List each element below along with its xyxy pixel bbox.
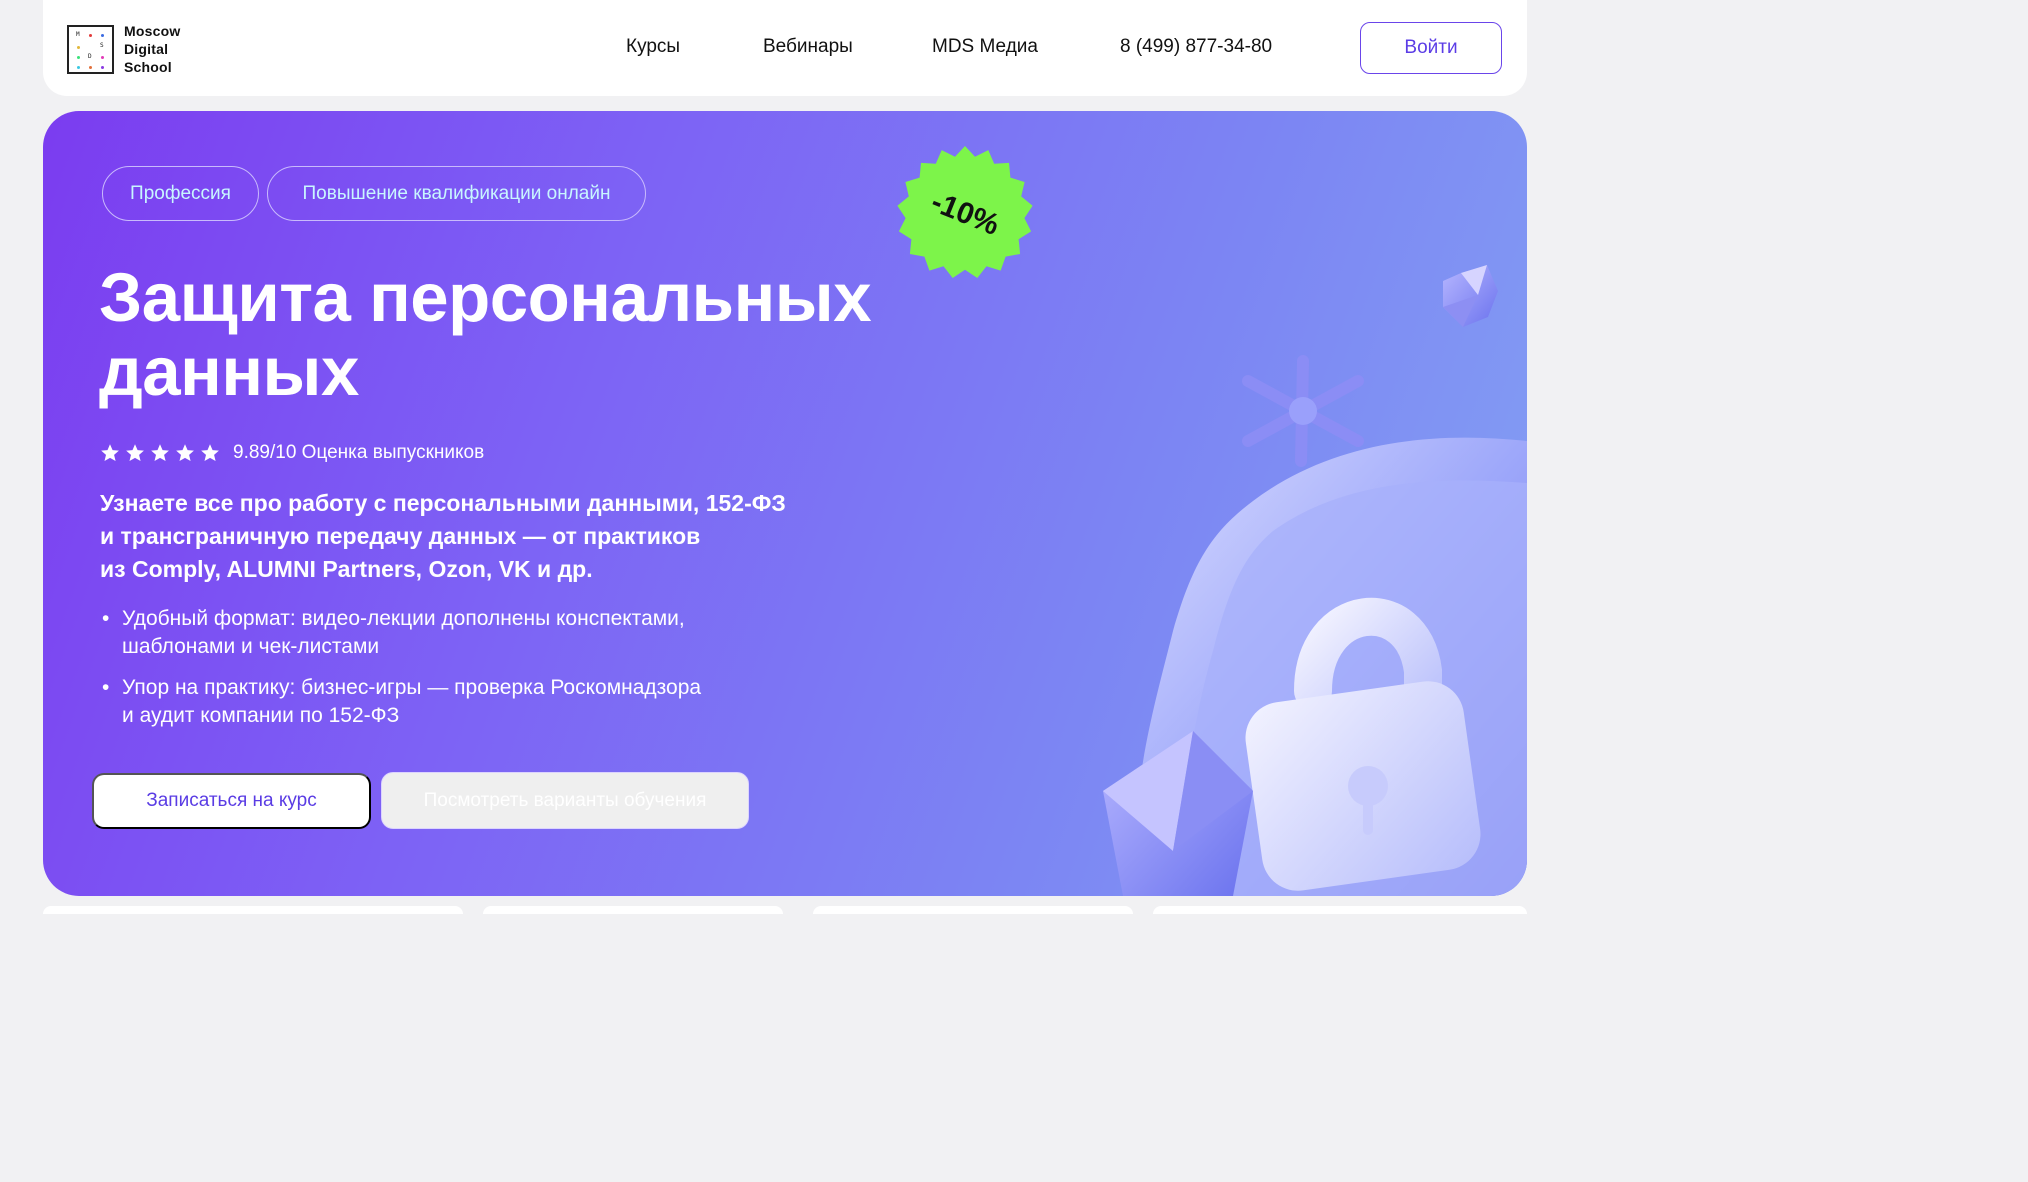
rating: 9.89/10 Оценка выпускников [100, 442, 484, 464]
logo[interactable]: M S D Moscow Digital School [67, 22, 180, 76]
enroll-button[interactable]: Записаться на курс [92, 773, 371, 829]
logo-text: Moscow Digital School [124, 22, 180, 76]
next-section-edge [43, 906, 1527, 914]
feature-1-line-2: шаблонами и чек-листами [122, 635, 380, 658]
title-line-2: данных [99, 333, 359, 410]
feature-1-line-1: Удобный формат: видео-лекции дополнены к… [122, 607, 685, 630]
logo-line-3: School [124, 59, 172, 75]
view-options-button[interactable]: Посмотреть варианты обучения [381, 772, 749, 829]
nav-webinars[interactable]: Вебинары [763, 36, 853, 58]
subtitle-line-2: и трансграничную передачу данных — от пр… [100, 523, 701, 549]
tag-profession[interactable]: Профессия [102, 166, 259, 221]
list-item: Упор на практику: бизнес-игры — проверка… [100, 674, 820, 730]
login-button[interactable]: Войти [1360, 22, 1502, 74]
list-item: Удобный формат: видео-лекции дополнены к… [100, 605, 820, 661]
nav-courses[interactable]: Курсы [626, 36, 680, 58]
logo-letter-d: D [88, 52, 92, 60]
crystal-icon [1443, 265, 1498, 327]
star-icon [151, 444, 169, 461]
feature-list: Удобный формат: видео-лекции дополнены к… [100, 605, 820, 743]
feature-2-line-1: Упор на практику: бизнес-игры — проверка… [122, 676, 702, 699]
tag-upskilling[interactable]: Повышение квалификации онлайн [267, 166, 646, 221]
logo-letter-s: S [100, 41, 104, 49]
lock-shield-illustration [1103, 265, 1527, 896]
page-title: Защита персональных данных [99, 261, 959, 409]
title-line-1: Защита персональных [99, 259, 872, 336]
nav-mds-media[interactable]: MDS Медиа [932, 36, 1038, 58]
site-header: M S D Moscow Digital School Курсы Вебина… [43, 0, 1527, 96]
hero-subtitle: Узнаете все про работу с персональными д… [100, 487, 900, 586]
star-icon [126, 444, 144, 461]
hero-section: Профессия Повышение квалификации онлайн … [43, 111, 1527, 896]
feature-2-line-2: и аудит компании по 152-ФЗ [122, 704, 400, 727]
star-icon [201, 444, 219, 461]
subtitle-line-3: из Comply, ALUMNI Partners, Ozon, VK и д… [100, 556, 593, 582]
sparkle-icon [1242, 355, 1364, 467]
star-icon [101, 444, 119, 461]
star-icon [176, 444, 194, 461]
phone-link[interactable]: 8 (499) 877-34-80 [1120, 36, 1272, 58]
rating-text: 9.89/10 Оценка выпускников [233, 442, 485, 463]
logo-icon: M S D [67, 24, 114, 74]
logo-line-1: Moscow [124, 23, 181, 39]
logo-letter-m: M [76, 30, 80, 38]
logo-line-2: Digital [124, 41, 169, 57]
subtitle-line-1: Узнаете все про работу с персональными д… [100, 490, 786, 516]
